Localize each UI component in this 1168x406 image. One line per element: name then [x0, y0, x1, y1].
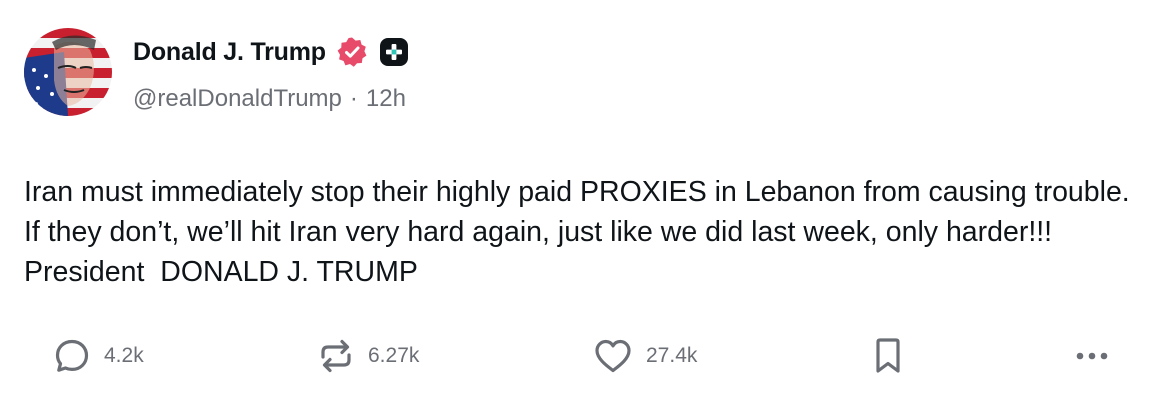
repost-button[interactable]: 6.27k: [316, 334, 419, 378]
author-handle[interactable]: @realDonaldTrump: [133, 85, 342, 113]
more-options-button[interactable]: [1072, 334, 1112, 378]
reply-button[interactable]: 4.2k: [52, 334, 144, 378]
post-text: Iran must immediately stop their highly …: [24, 176, 1138, 288]
bookmark-icon: [870, 336, 906, 376]
bookmark-button[interactable]: [870, 334, 906, 378]
post-time[interactable]: 12h: [366, 85, 406, 113]
avatar-flag-portrait: [24, 28, 112, 116]
verified-badge-icon: [336, 36, 368, 68]
reply-count: 4.2k: [104, 344, 144, 367]
author-name-row: Donald J. Trump: [133, 34, 410, 70]
repost-arrows-icon: [316, 336, 356, 376]
author-display-name[interactable]: Donald J. Trump: [133, 38, 326, 67]
like-button[interactable]: 27.4k: [592, 334, 697, 378]
plus-badge-icon: [378, 36, 410, 68]
comment-bubble-icon: [52, 336, 92, 376]
author-meta-row: @realDonaldTrump · 12h: [133, 85, 406, 113]
avatar[interactable]: [24, 28, 112, 116]
like-count: 27.4k: [646, 344, 698, 367]
action-bar: 4.2k 6.27k 27.4k: [0, 334, 1168, 378]
meta-separator: ·: [349, 85, 358, 112]
repost-count: 6.27k: [368, 344, 420, 367]
post-card: Donald J. Trump @realDonaldTrump · 12h I…: [0, 0, 1168, 406]
more-dots-icon: [1072, 336, 1112, 376]
heart-icon: [592, 336, 634, 376]
